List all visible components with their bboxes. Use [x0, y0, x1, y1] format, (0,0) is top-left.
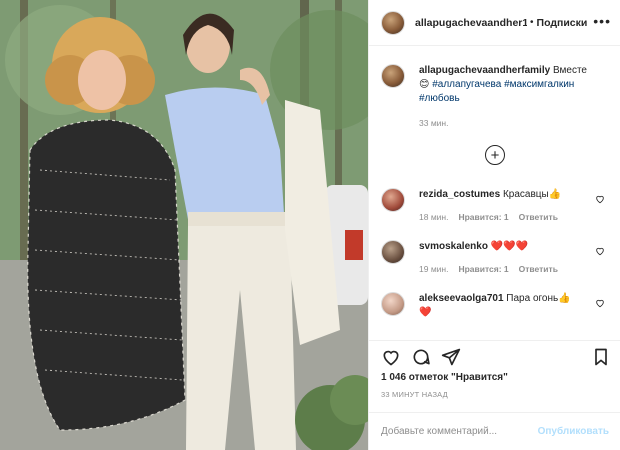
commenter-avatar[interactable]: [381, 188, 405, 212]
comment-meta: 18 мин. Нравится: 1 Ответить: [419, 210, 579, 224]
heart-icon[interactable]: [595, 246, 605, 256]
comment-likes[interactable]: Нравится: 1: [458, 262, 508, 276]
hashtag-link[interactable]: #максимгалкин: [504, 79, 574, 90]
action-bar: [369, 340, 620, 370]
likes-count[interactable]: 1 046 отметок "Нравится": [381, 372, 508, 383]
bookmark-icon[interactable]: [591, 347, 611, 367]
comment-icon[interactable]: [411, 347, 431, 367]
comment-item: svmoskalenko ❤️❤️❤️ 19 мин. Нравится: 1 …: [381, 240, 609, 276]
heart-icon[interactable]: [381, 347, 401, 367]
comment-body: rezida_costumes Красавцы👍 18 мин. Нравит…: [419, 188, 579, 224]
post-header: allapugachevaandher1 • Подписки •••: [369, 0, 620, 46]
post-photo[interactable]: [0, 0, 368, 450]
post-caption: allapugachevaandherfamily Вместе 😊 #алла…: [381, 64, 609, 130]
more-horizontal-icon[interactable]: •••: [593, 13, 611, 29]
paper-plane-icon[interactable]: [441, 347, 461, 367]
header-separator: •: [530, 17, 534, 28]
reply-button[interactable]: Ответить: [519, 210, 558, 224]
heart-icon[interactable]: [595, 298, 605, 308]
comment-text: Красавцы👍: [502, 189, 562, 200]
comment-meta: 19 мин. Нравится: 1 Ответить: [419, 262, 579, 276]
post-side-panel: allapugachevaandher1 • Подписки ••• alla…: [368, 0, 620, 450]
caption-text: Вместе: [552, 65, 587, 76]
caption-emoji: 😊: [419, 79, 430, 90]
comment-body: alekseevaolga701 Пара огонь👍 ❤️: [419, 292, 579, 320]
comment-time[interactable]: 19 мин.: [419, 262, 448, 276]
commenter-avatar[interactable]: [381, 292, 405, 316]
commenter-username[interactable]: svmoskalenko: [419, 241, 488, 252]
commenter-username[interactable]: rezida_costumes: [419, 189, 500, 200]
comment-text: ❤️❤️❤️: [490, 241, 529, 252]
photo-illustration: [0, 0, 368, 450]
plus-circle-icon[interactable]: +: [485, 145, 505, 165]
comment-likes[interactable]: Нравится: 1: [458, 210, 508, 224]
caption-text-block: allapugachevaandherfamily Вместе 😊 #алла…: [419, 64, 587, 130]
hashtag-link[interactable]: #любовь: [419, 93, 460, 104]
following-button[interactable]: Подписки: [537, 17, 588, 29]
author-username[interactable]: allapugachevaandher1: [415, 17, 527, 29]
heart-icon[interactable]: [595, 194, 605, 204]
comment-body: svmoskalenko ❤️❤️❤️ 19 мин. Нравится: 1 …: [419, 240, 579, 276]
publish-button[interactable]: Опубликовать: [538, 426, 609, 437]
comment-text-line2: ❤️: [419, 307, 432, 318]
hashtag-link[interactable]: #аллапугачева: [432, 79, 501, 90]
comment-text: Пара огонь👍: [506, 293, 571, 304]
post-timestamp[interactable]: 33 МИНУТ НАЗАД: [381, 390, 448, 399]
commenter-username[interactable]: alekseevaolga701: [419, 293, 504, 304]
add-comment-input[interactable]: [381, 426, 531, 437]
caption-author-avatar[interactable]: [381, 64, 405, 88]
caption-username[interactable]: allapugachevaandherfamily: [419, 65, 550, 76]
author-avatar[interactable]: [381, 10, 405, 35]
comment-item: rezida_costumes Красавцы👍 18 мин. Нравит…: [381, 188, 609, 224]
comment-item: alekseevaolga701 Пара огонь👍 ❤️: [381, 292, 609, 320]
add-comment-bar: Опубликовать: [369, 412, 620, 450]
reply-button[interactable]: Ответить: [519, 262, 558, 276]
caption-time[interactable]: 33 мин.: [419, 116, 587, 130]
comment-time[interactable]: 18 мин.: [419, 210, 448, 224]
commenter-avatar[interactable]: [381, 240, 405, 264]
